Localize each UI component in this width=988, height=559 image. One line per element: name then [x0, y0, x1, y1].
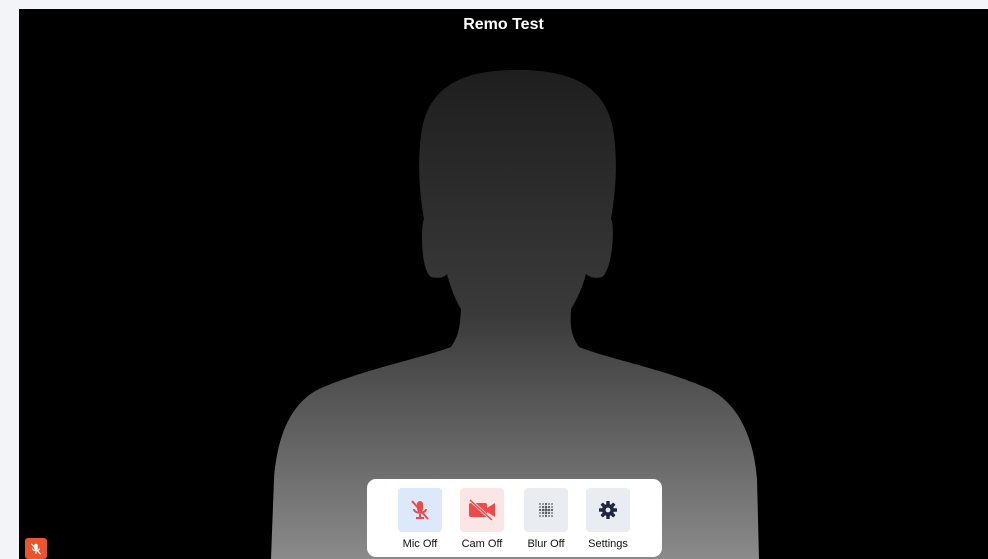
mic-off-icon [411, 500, 429, 520]
cam-label: Cam Off [461, 538, 503, 550]
cam-control: Cam Off [457, 488, 507, 550]
video-tile: Remo Test [19, 9, 988, 559]
call-controls-bar: Mic Off Cam Off Blur Off Settings [367, 479, 662, 557]
settings-control: Settings [583, 488, 633, 550]
camera-off-icon [468, 499, 495, 521]
blur-toggle-button[interactable] [524, 488, 568, 532]
mic-status-badge [25, 538, 47, 559]
mic-toggle-button[interactable] [398, 488, 442, 532]
call-title: Remo Test [463, 16, 544, 33]
blur-icon [538, 502, 554, 518]
gear-icon [599, 501, 617, 519]
mic-control: Mic Off [395, 488, 445, 550]
cam-toggle-button[interactable] [460, 488, 504, 532]
mic-label: Mic Off [402, 538, 438, 550]
settings-label: Settings [588, 538, 628, 550]
avatar-silhouette [271, 70, 759, 559]
settings-button[interactable] [586, 488, 630, 532]
mic-off-icon [30, 542, 42, 555]
blur-label: Blur Off [527, 538, 565, 550]
blur-control: Blur Off [521, 488, 571, 550]
